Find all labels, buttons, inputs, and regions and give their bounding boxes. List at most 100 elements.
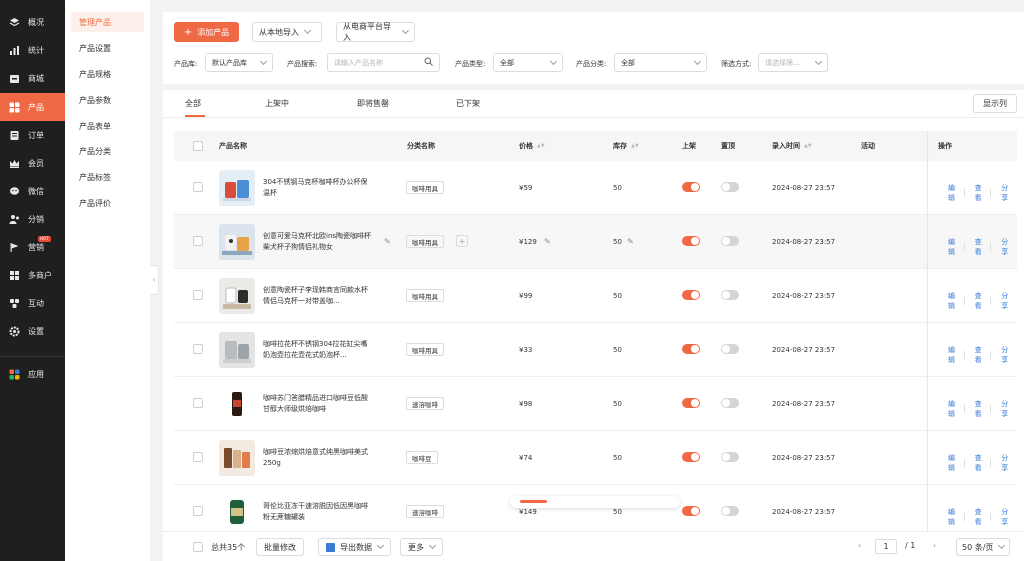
edit-stock-pencil-icon[interactable]: ✎ <box>627 237 634 246</box>
edit-link[interactable]: 编辑 <box>938 453 964 473</box>
row-checkbox[interactable] <box>193 506 203 516</box>
view-link[interactable]: 查看 <box>965 183 991 203</box>
select-all-checkbox[interactable] <box>193 141 203 151</box>
row-checkbox[interactable] <box>193 236 203 246</box>
library-select[interactable]: 默认产品库 <box>205 53 273 72</box>
submenu-product-specs[interactable]: 产品规格 <box>71 64 144 84</box>
tab-all[interactable]: 全部 <box>185 98 201 109</box>
view-link[interactable]: 查看 <box>965 345 991 365</box>
submenu-product-params[interactable]: 产品参数 <box>71 90 144 110</box>
tab-off-shelf[interactable]: 已下架 <box>456 98 480 109</box>
sidebar-item-orders[interactable]: 订单 <box>0 121 65 149</box>
pinned-toggle[interactable] <box>721 506 739 516</box>
share-link[interactable]: 分享 <box>991 507 1017 527</box>
table-row[interactable]: 咖啡拉花杯不锈钢304拉花缸尖嘴奶泡壶拉花壶花式奶泡杯... 咖啡用具 ¥33 … <box>174 323 1017 377</box>
pinned-toggle[interactable] <box>721 344 739 354</box>
submenu-product-categories[interactable]: 产品分类 <box>71 141 144 161</box>
share-link[interactable]: 分享 <box>991 237 1017 257</box>
view-link[interactable]: 查看 <box>965 237 991 257</box>
product-thumbnail[interactable] <box>219 224 255 260</box>
footer-select-all-checkbox[interactable] <box>193 542 203 552</box>
share-link[interactable]: 分享 <box>991 345 1017 365</box>
submenu-manage-products[interactable]: 管理产品 <box>71 12 144 32</box>
sidebar-item-interaction[interactable]: 互动 <box>0 289 65 317</box>
listed-toggle[interactable] <box>682 290 700 300</box>
edit-link[interactable]: 编辑 <box>938 183 964 203</box>
row-checkbox[interactable] <box>193 290 203 300</box>
page-size-select[interactable]: 50 条/页 <box>956 538 1011 556</box>
view-link[interactable]: 查看 <box>965 291 991 311</box>
product-name[interactable]: 创意陶瓷杯子李现韩商言同款水杯情侣马克杯一对带盖咖... <box>263 285 373 307</box>
listed-toggle[interactable] <box>682 182 700 192</box>
collapse-sidebar-button[interactable]: ‹ <box>150 265 159 295</box>
product-thumbnail[interactable] <box>219 440 255 476</box>
search-icon[interactable] <box>424 57 433 68</box>
listed-toggle[interactable] <box>682 452 700 462</box>
header-entered[interactable]: 录入时间 ▲▼ <box>772 141 812 151</box>
submenu-product-settings[interactable]: 产品设置 <box>71 38 144 58</box>
listed-toggle[interactable] <box>682 398 700 408</box>
sidebar-item-store[interactable]: 商城 <box>0 64 65 92</box>
edit-name-pencil-icon[interactable]: ✎ <box>384 237 391 246</box>
pinned-toggle[interactable] <box>721 236 739 246</box>
listed-toggle[interactable] <box>682 236 700 246</box>
table-row[interactable]: 304不锈钢马克杯咖啡杯办公杯保温杯 咖啡用具 ¥59 50 2024-08-2… <box>174 161 1017 215</box>
category-select[interactable]: 全部 <box>614 53 707 72</box>
sidebar-item-overview[interactable]: 概况 <box>0 8 65 36</box>
sidebar-item-wechat[interactable]: 微信 <box>0 177 65 205</box>
row-checkbox[interactable] <box>193 452 203 462</box>
edit-link[interactable]: 编辑 <box>938 237 964 257</box>
product-name[interactable]: 咖啡豆浓缩烘焙意式纯黑咖啡美式250g <box>263 447 373 469</box>
edit-link[interactable]: 编辑 <box>938 291 964 311</box>
filter-mode-select[interactable]: 请选择筛... <box>758 53 828 72</box>
sidebar-item-multi-merchant[interactable]: 多商户 <box>0 261 65 289</box>
export-data-dropdown[interactable]: 导出数据 <box>318 538 391 556</box>
sidebar-item-stats[interactable]: 统计 <box>0 36 65 64</box>
product-thumbnail[interactable] <box>219 170 255 206</box>
product-name[interactable]: 304不锈钢马克杯咖啡杯办公杯保温杯 <box>263 177 373 199</box>
batch-edit-button[interactable]: 批量修改 <box>256 538 304 556</box>
view-link[interactable]: 查看 <box>965 399 991 419</box>
product-name[interactable]: 咖啡拉花杯不锈钢304拉花缸尖嘴奶泡壶拉花壶花式奶泡杯... <box>263 339 373 361</box>
submenu-product-forms[interactable]: 产品表单 <box>71 116 144 136</box>
submenu-product-tags[interactable]: 产品标签 <box>71 167 144 187</box>
share-link[interactable]: 分享 <box>991 453 1017 473</box>
sidebar-item-distribution[interactable]: 分销 <box>0 205 65 233</box>
sidebar-item-products[interactable]: 产品 <box>0 93 65 121</box>
pinned-toggle[interactable] <box>721 398 739 408</box>
row-checkbox[interactable] <box>193 398 203 408</box>
product-name[interactable]: 创意可爱马克杯北欧ins陶瓷咖啡杯柴犬杯子狗情侣礼物女 <box>263 231 373 253</box>
product-name[interactable]: 咖啡苏门答腊精品进口咖啡豆低酸甘醇大师级烘焙咖啡 <box>263 393 373 415</box>
product-thumbnail[interactable] <box>219 278 255 314</box>
header-stock[interactable]: 库存 ▲▼ <box>613 141 639 151</box>
type-select[interactable]: 全部 <box>493 53 563 72</box>
pinned-toggle[interactable] <box>721 182 739 192</box>
sidebar-item-apps[interactable]: 应用 <box>0 360 65 388</box>
share-link[interactable]: 分享 <box>991 399 1017 419</box>
table-row[interactable]: 咖啡豆浓缩烘焙意式纯黑咖啡美式250g 咖啡豆 ¥74 50 2024-08-2… <box>174 431 1017 485</box>
share-link[interactable]: 分享 <box>991 183 1017 203</box>
pinned-toggle[interactable] <box>721 452 739 462</box>
table-row[interactable]: 创意陶瓷杯子李现韩商言同款水杯情侣马克杯一对带盖咖... 咖啡用具 ¥99 50… <box>174 269 1017 323</box>
tab-low-stock[interactable]: 即将售罄 <box>357 98 389 109</box>
product-name[interactable]: 哥伦比亚冻干速溶脱因低因黑咖啡粉无蔗糖罐装 <box>263 501 373 523</box>
edit-price-pencil-icon[interactable]: ✎ <box>544 237 551 246</box>
submenu-product-reviews[interactable]: 产品评价 <box>71 193 144 213</box>
row-checkbox[interactable] <box>193 182 203 192</box>
current-page-input[interactable]: 1 <box>875 539 897 554</box>
share-link[interactable]: 分享 <box>991 291 1017 311</box>
prev-page-button[interactable]: ‹ <box>858 541 861 550</box>
pinned-toggle[interactable] <box>721 290 739 300</box>
listed-toggle[interactable] <box>682 344 700 354</box>
local-import-dropdown[interactable]: 从本地导入 <box>252 22 322 42</box>
view-link[interactable]: 查看 <box>965 453 991 473</box>
view-link[interactable]: 查看 <box>965 507 991 527</box>
edit-link[interactable]: 编辑 <box>938 507 964 527</box>
next-page-button[interactable]: › <box>933 541 936 550</box>
header-price[interactable]: 价格 ▲▼ <box>519 141 545 151</box>
table-row[interactable]: 哥伦比亚冻干速溶脱因低因黑咖啡粉无蔗糖罐装 速溶咖啡 ¥149 50 2024-… <box>174 485 1017 531</box>
more-dropdown[interactable]: 更多 <box>400 538 443 556</box>
table-row[interactable]: 创意可爱马克杯北欧ins陶瓷咖啡杯柴犬杯子狗情侣礼物女 ✎ 咖啡用具 + ¥12… <box>174 215 1017 269</box>
sidebar-item-settings[interactable]: 设置 <box>0 317 65 345</box>
search-input[interactable]: 请输入产品名称 <box>327 53 440 72</box>
